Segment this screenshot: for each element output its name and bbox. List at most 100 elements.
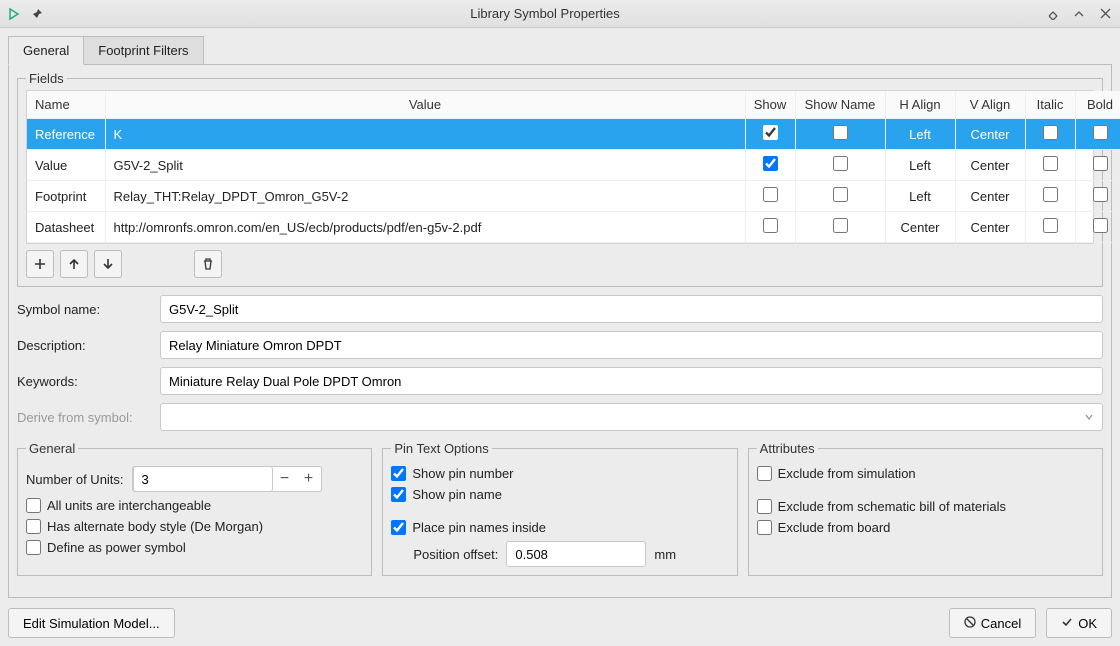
minimize-icon[interactable] [1046, 7, 1060, 21]
cell[interactable] [795, 119, 885, 150]
cell[interactable]: Reference [27, 119, 105, 150]
cell[interactable] [745, 119, 795, 150]
num-units-input[interactable] [133, 466, 273, 492]
col-value[interactable]: Value [105, 91, 745, 119]
cell-checkbox[interactable] [833, 187, 848, 202]
power-symbol-checkbox[interactable] [26, 540, 41, 555]
cell-checkbox[interactable] [1093, 187, 1108, 202]
cell[interactable] [795, 181, 885, 212]
cell[interactable] [1075, 181, 1120, 212]
col-name[interactable]: Name [27, 91, 105, 119]
col-italic[interactable]: Italic [1025, 91, 1075, 119]
cell[interactable]: K [105, 119, 745, 150]
close-icon[interactable] [1098, 7, 1112, 21]
num-units-up[interactable]: + [297, 467, 321, 491]
dialog-buttons: Edit Simulation Model... Cancel OK [8, 608, 1112, 638]
cell-checkbox[interactable] [833, 125, 848, 140]
cell-checkbox[interactable] [833, 156, 848, 171]
move-down-button[interactable] [94, 250, 122, 278]
cell[interactable] [1025, 150, 1075, 181]
cell[interactable]: Relay_THT:Relay_DPDT_Omron_G5V-2 [105, 181, 745, 212]
show-pin-number-checkbox[interactable] [391, 466, 406, 481]
cell[interactable] [1025, 181, 1075, 212]
cell-checkbox[interactable] [833, 218, 848, 233]
col-v-align[interactable]: V Align [955, 91, 1025, 119]
cell[interactable]: Datasheet [27, 212, 105, 243]
cell[interactable] [795, 150, 885, 181]
description-input[interactable] [160, 331, 1103, 359]
dialog-content: General Footprint Filters Fields Name Va… [0, 28, 1120, 646]
cell-checkbox[interactable] [1043, 125, 1058, 140]
cell-checkbox[interactable] [1043, 187, 1058, 202]
num-units-label: Number of Units: [26, 472, 124, 487]
pintext-fieldset: Pin Text Options Show pin number Show pi… [382, 441, 737, 576]
cell-checkbox[interactable] [1043, 156, 1058, 171]
cell[interactable]: Center [955, 181, 1025, 212]
interchangeable-checkbox[interactable] [26, 498, 41, 513]
tab-general[interactable]: General [8, 36, 84, 65]
cell[interactable]: Left [885, 181, 955, 212]
show-pin-name-checkbox[interactable] [391, 487, 406, 502]
cell[interactable]: Value [27, 150, 105, 181]
cancel-button[interactable]: Cancel [949, 608, 1036, 638]
tab-footprint-filters[interactable]: Footprint Filters [83, 36, 203, 65]
power-symbol-label: Define as power symbol [47, 540, 186, 555]
cell-checkbox[interactable] [763, 125, 778, 140]
cell[interactable]: Center [955, 119, 1025, 150]
cell-checkbox[interactable] [1093, 125, 1108, 140]
edit-simulation-button[interactable]: Edit Simulation Model... [8, 608, 175, 638]
table-row[interactable]: ValueG5V-2_Split LeftCenter [27, 150, 1120, 181]
symbol-name-input[interactable] [160, 295, 1103, 323]
cell[interactable]: Center [885, 212, 955, 243]
cell[interactable] [1075, 150, 1120, 181]
cell[interactable] [1075, 119, 1120, 150]
cell[interactable] [745, 181, 795, 212]
cell[interactable]: Center [955, 150, 1025, 181]
col-bold[interactable]: Bold [1075, 91, 1120, 119]
delete-field-button[interactable] [194, 250, 222, 278]
cell-checkbox[interactable] [763, 156, 778, 171]
maximize-icon[interactable] [1072, 7, 1086, 21]
exclude-board-checkbox[interactable] [757, 520, 772, 535]
alt-body-checkbox[interactable] [26, 519, 41, 534]
offset-input[interactable] [506, 541, 646, 567]
cell-checkbox[interactable] [1093, 218, 1108, 233]
cell[interactable]: Center [955, 212, 1025, 243]
move-up-button[interactable] [60, 250, 88, 278]
cell[interactable]: Footprint [27, 181, 105, 212]
table-row[interactable]: FootprintRelay_THT:Relay_DPDT_Omron_G5V-… [27, 181, 1120, 212]
cell[interactable] [1025, 119, 1075, 150]
add-field-button[interactable] [26, 250, 54, 278]
cell[interactable]: http://omronfs.omron.com/en_US/ecb/produ… [105, 212, 745, 243]
num-units-stepper[interactable]: − + [132, 466, 322, 492]
exclude-sim-checkbox[interactable] [757, 466, 772, 481]
place-inside-checkbox[interactable] [391, 520, 406, 535]
show-pin-number-label: Show pin number [412, 466, 513, 481]
cell[interactable] [795, 212, 885, 243]
table-row[interactable]: Datasheethttp://omronfs.omron.com/en_US/… [27, 212, 1120, 243]
table-row[interactable]: ReferenceK LeftCenter [27, 119, 1120, 150]
exclude-bom-checkbox[interactable] [757, 499, 772, 514]
cell[interactable] [745, 212, 795, 243]
cell-checkbox[interactable] [763, 218, 778, 233]
col-h-align[interactable]: H Align [885, 91, 955, 119]
cell[interactable] [1075, 212, 1120, 243]
cell[interactable]: G5V-2_Split [105, 150, 745, 181]
cell-checkbox[interactable] [1093, 156, 1108, 171]
cell-checkbox[interactable] [763, 187, 778, 202]
cell-checkbox[interactable] [1043, 218, 1058, 233]
derive-label: Derive from symbol: [17, 410, 152, 425]
symbol-name-row: Symbol name: [17, 295, 1103, 323]
cell[interactable]: Left [885, 119, 955, 150]
keywords-input[interactable] [160, 367, 1103, 395]
pintext-legend: Pin Text Options [391, 441, 491, 456]
num-units-down[interactable]: − [273, 467, 297, 491]
col-show[interactable]: Show [745, 91, 795, 119]
ok-button[interactable]: OK [1046, 608, 1112, 638]
cell[interactable]: Left [885, 150, 955, 181]
pin-icon[interactable] [30, 7, 44, 21]
derive-combo [160, 403, 1103, 431]
cell[interactable] [1025, 212, 1075, 243]
cell[interactable] [745, 150, 795, 181]
col-show-name[interactable]: Show Name [795, 91, 885, 119]
